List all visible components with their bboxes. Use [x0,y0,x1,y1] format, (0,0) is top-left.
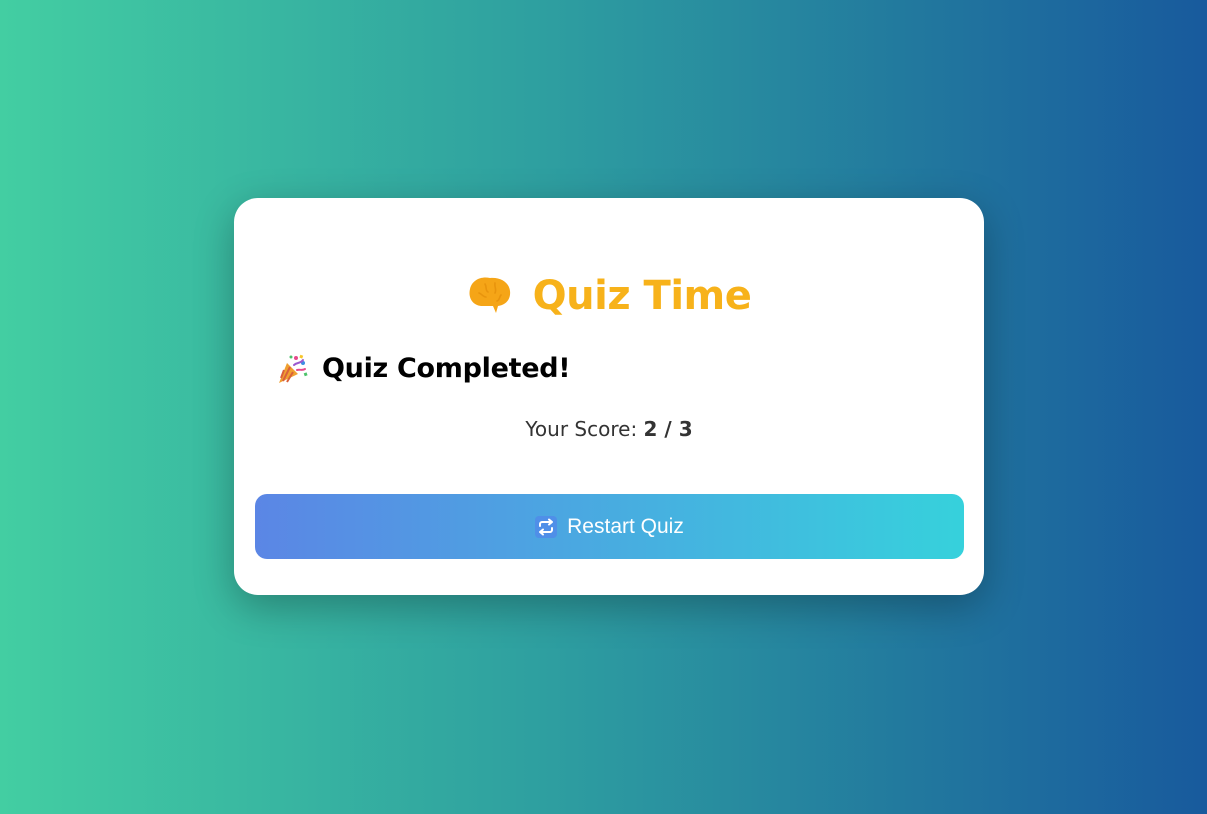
completion-heading: Quiz Completed! [276,349,571,389]
brain-icon [467,275,513,317]
quiz-header: Quiz Time [234,270,984,322]
restart-quiz-button[interactable]: Restart Quiz [255,494,964,559]
repeat-icon [535,515,558,538]
party-popper-icon [276,353,308,385]
score-label: Your Score: [525,417,638,441]
page-title: Quiz Time [532,273,752,319]
quiz-card: Quiz Time Quiz Completed! Your Score: 2 … [234,198,984,595]
score-value: 2 / 3 [643,417,693,441]
restart-button-label: Restart Quiz [567,514,684,538]
completion-title: Quiz Completed! [322,353,571,384]
score-display: Your Score: 2 / 3 [234,414,984,444]
